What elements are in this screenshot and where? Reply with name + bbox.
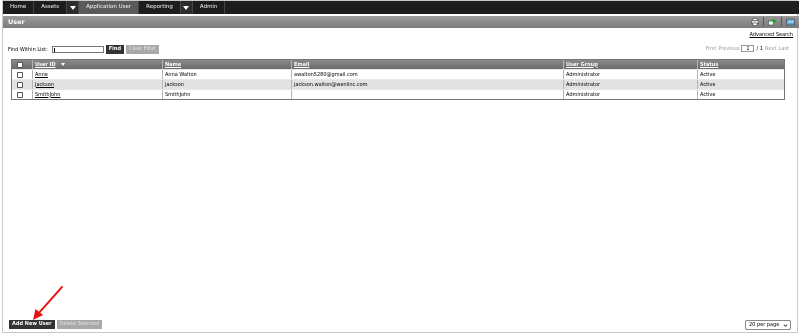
user-group: Administrator xyxy=(566,71,601,78)
user-email: awalton5280@gmail.com xyxy=(294,71,358,78)
user-status: Active xyxy=(700,91,716,98)
toolbar-divider xyxy=(781,17,782,26)
previous-page-link[interactable]: Previous xyxy=(718,46,739,52)
page-count: / 1 xyxy=(756,45,763,52)
bottom-actions: Add New User Delete Selected xyxy=(9,320,103,329)
nav-home[interactable]: Home xyxy=(3,1,35,14)
page-title: User xyxy=(8,18,25,26)
row-select-cell xyxy=(12,90,32,99)
toolbar-divider xyxy=(763,17,764,26)
user-id-link[interactable]: SmithJohn xyxy=(32,90,162,99)
app-frame: Home Assets Application User Reporting A… xyxy=(2,0,799,333)
find-input[interactable] xyxy=(51,46,104,53)
table-row[interactable]: Anne Anna Walton awalton5280@gmail.com A… xyxy=(12,69,784,79)
column-user-group[interactable]: User Group xyxy=(563,60,697,69)
last-page-link[interactable]: Last xyxy=(779,46,789,52)
find-row: Find Within List: Find Clear Filter xyxy=(8,45,160,54)
chevron-down-icon xyxy=(69,5,76,10)
row-checkbox[interactable] xyxy=(17,81,23,88)
pagination: First Previous 1 / 1 Next Last xyxy=(706,45,789,52)
top-nav: Home Assets Application User Reporting A… xyxy=(3,1,799,14)
nav-reporting[interactable]: Reporting xyxy=(139,1,181,14)
user-name: jackson xyxy=(165,81,184,88)
user-status: Active xyxy=(700,71,716,78)
page-title-bar: User xyxy=(3,16,799,28)
find-button[interactable]: Find xyxy=(105,45,125,54)
user-status: Active xyxy=(700,81,716,88)
column-status[interactable]: Status xyxy=(697,60,784,69)
row-checkbox[interactable] xyxy=(17,91,23,98)
user-email: jackson.walton@wenlinc.com xyxy=(294,81,368,88)
export-icon[interactable] xyxy=(786,17,795,26)
select-all-cell xyxy=(12,60,32,69)
chevron-down-icon xyxy=(783,324,788,327)
table-header: User ID Name Email User Group Status xyxy=(12,60,784,69)
per-page-select[interactable]: 20 per page xyxy=(745,320,791,330)
table-row[interactable]: SmithJohn SmithJohn Administrator Active xyxy=(12,89,784,99)
user-name: SmithJohn xyxy=(165,91,191,98)
nav-spacer xyxy=(225,1,799,14)
chevron-down-icon xyxy=(183,5,190,10)
next-page-link[interactable]: Next xyxy=(765,46,777,52)
user-table: User ID Name Email User Group Status Ann… xyxy=(11,59,785,100)
user-name: Anna Walton xyxy=(165,71,197,78)
column-email[interactable]: Email xyxy=(291,60,563,69)
user-group: Administrator xyxy=(566,81,601,88)
nav-admin[interactable]: Admin xyxy=(193,1,226,14)
table-row[interactable]: Jackson jackson jackson.walton@wenlinc.c… xyxy=(12,79,784,89)
first-page-link[interactable]: First xyxy=(706,46,717,52)
page-number-input[interactable]: 1 xyxy=(741,45,755,52)
row-select-cell xyxy=(12,80,32,89)
user-email xyxy=(291,90,563,99)
column-user-id[interactable]: User ID xyxy=(32,60,162,69)
reporting-dropdown-toggle[interactable] xyxy=(180,1,193,14)
toolbar-icons xyxy=(750,17,795,26)
sort-desc-icon xyxy=(60,63,65,66)
user-group: Administrator xyxy=(566,91,601,98)
select-all-checkbox[interactable] xyxy=(17,61,23,68)
user-id-link[interactable]: Anne xyxy=(32,70,162,79)
row-checkbox[interactable] xyxy=(17,71,23,78)
find-label: Find Within List: xyxy=(8,46,48,53)
per-page-value: 20 per page xyxy=(749,322,780,328)
add-new-user-button[interactable]: Add New User xyxy=(9,320,55,329)
delete-selected-button[interactable]: Delete Selected xyxy=(56,320,103,329)
column-name[interactable]: Name xyxy=(162,60,291,69)
clear-filter-button[interactable]: Clear Filter xyxy=(126,45,160,54)
user-id-link[interactable]: Jackson xyxy=(32,80,162,89)
nav-application-user[interactable]: Application User xyxy=(79,1,140,14)
column-user-id-label: User ID xyxy=(35,61,56,68)
print-icon[interactable] xyxy=(750,17,759,26)
row-select-cell xyxy=(12,70,32,79)
advanced-search-link[interactable]: Advanced Search xyxy=(750,32,793,38)
assets-dropdown-toggle[interactable] xyxy=(67,1,80,14)
nav-assets[interactable]: Assets xyxy=(34,1,68,14)
add-icon[interactable] xyxy=(768,17,777,26)
